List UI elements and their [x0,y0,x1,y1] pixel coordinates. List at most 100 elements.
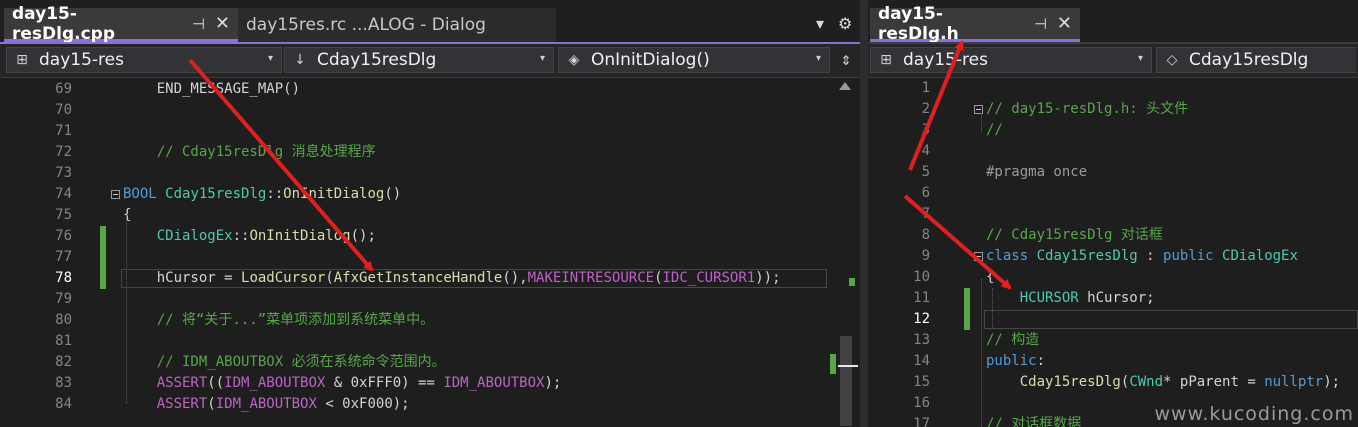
code-line[interactable]: 72 // Cday15resDlg 消息处理程序 [0,142,860,163]
code-text: HCURSOR hCursor; [986,288,1155,309]
code-line[interactable]: 81 [0,331,860,352]
project-dropdown[interactable]: ⊞ day15-res ▾ [6,47,282,73]
line-number: 70 [55,102,72,118]
code-line[interactable]: 1 [868,78,1358,99]
code-token: public [986,353,1037,369]
current-line-highlight [984,310,1358,329]
line-number: 76 [55,228,72,244]
code-line[interactable]: 82 // IDM_ABOUTBOX 必须在系统命令范围内。 [0,352,860,373]
code-line[interactable]: 14 public: [868,351,1358,372]
code-line[interactable]: 6 [868,183,1358,204]
tab-day15-resdlg-h[interactable]: day15-resDlg.h ⊣ ✕ [870,4,1080,44]
line-number: 78 [55,270,72,286]
code-line[interactable]: 74 BOOL Cday15resDlg::OnInitDialog() [0,184,860,205]
code-line[interactable]: 71 [0,121,860,142]
gear-icon[interactable]: ⚙ [838,14,852,33]
code-token: // 对话框数据 [986,416,1082,427]
chevron-down-icon: ▾ [1137,53,1143,64]
code-line[interactable]: 3 // [868,120,1358,141]
line-number: 14 [913,353,930,369]
scroll-position-marker [838,365,858,367]
code-text: END_MESSAGE_MAP() [123,79,300,100]
watermark: www.kucoding.com [1154,403,1354,425]
code-text: // day15-resDlg.h: 头文件 [986,99,1188,120]
code-line[interactable]: 79 [0,289,860,310]
pin-icon[interactable]: ⊣ [1034,15,1047,33]
code-line[interactable]: 2 // day15-resDlg.h: 头文件 [868,99,1358,120]
line-number: 7 [921,206,930,222]
code-line[interactable]: 11 HCURSOR hCursor; [868,288,1358,309]
code-token: { [123,207,132,223]
code-token: BOOL [123,186,166,202]
pin-icon[interactable]: ⊣ [192,15,205,33]
vertical-scrollbar[interactable] [830,78,858,427]
code-token: ASSERT [156,375,208,391]
tab-day15-resdlg-cpp[interactable]: day15-resDlg.cpp ⊣ ✕ [4,4,238,44]
code-editor-left[interactable]: 69 END_MESSAGE_MAP() 70 71 72 // Cday15resD… [0,78,860,427]
code-text: // Cday15resDlg 消息处理程序 [123,142,376,163]
code-token: (); [350,228,376,244]
navigation-bar: ⊞ day15-res ▾ ◇ Cday15resDlg [868,44,1358,78]
code-token: // IDM_ABOUTBOX 必须在系统命令范围内。 [123,354,446,370]
pane-splitter[interactable] [860,0,868,427]
code-line[interactable]: 8 // Cday15resDlg 对话框 [868,225,1358,246]
code-token: CDialogEx [1222,248,1298,264]
code-token: { [986,269,995,285]
code-line[interactable]: 70 [0,100,860,121]
line-number: 84 [55,396,72,412]
code-line[interactable]: 10 { [868,267,1358,288]
indent-guide [126,215,127,404]
code-token: nullptr [1264,374,1324,390]
code-line[interactable]: 9 class Cday15resDlg : public CDialogEx [868,246,1358,267]
class-label: Cday15resDlg [1189,50,1309,70]
changed-lines-marker [964,288,970,330]
line-number: 81 [55,333,72,349]
changed-lines-marker [100,226,106,289]
code-line[interactable]: 83 ASSERT((IDM_ABOUTBOX & 0xFFF0) == IDM… [0,373,860,394]
class-icon: ↓ [294,52,306,68]
fold-toggle-icon [111,190,120,199]
member-dropdown[interactable]: ◈ OnInitDialog() ▾ [558,47,830,73]
line-number: 82 [55,354,72,370]
line-number: 8 [921,227,930,243]
code-line[interactable]: 84 ASSERT(IDM_ABOUTBOX < 0xF000); [0,394,860,415]
project-dropdown[interactable]: ⊞ day15-res ▾ [870,47,1152,73]
code-line[interactable]: 13 // 构造 [868,330,1358,351]
code-line[interactable]: 15 Cday15resDlg(CWnd* pParent = nullptr)… [868,372,1358,393]
code-line[interactable]: 75 { [0,205,860,226]
line-number: 10 [913,269,930,285]
tab-label: day15-resDlg.cpp [12,3,116,44]
tab-list-dropdown-icon[interactable]: ▾ [816,14,824,33]
code-text: Cday15resDlg(CWnd* pParent = nullptr); [986,372,1340,393]
code-line[interactable]: 76 CDialogEx::OnInitDialog(); [0,226,860,247]
split-window-icon[interactable]: ⇕ [832,47,860,73]
class-dropdown[interactable]: ◇ Cday15resDlg [1156,47,1356,73]
code-token: IDM_ABOUTBOX [224,375,326,391]
left-editor-pane: day15-resDlg.cpp ⊣ ✕ day15res.rc ...ALOG… [0,0,860,427]
chevron-down-icon: ▾ [539,53,545,64]
line-number: 1 [921,80,930,96]
chevron-down-icon: ▾ [815,53,821,64]
code-token: hCursor; [1078,290,1155,306]
line-number: 69 [55,81,72,97]
code-line[interactable]: 4 [868,141,1358,162]
code-token: // day15-resDlg.h: 头文件 [986,101,1189,117]
close-icon[interactable]: ✕ [215,13,230,34]
code-token: // Cday15resDlg 对话框 [986,227,1163,243]
close-icon[interactable]: ✕ [1057,13,1072,34]
tab-day15res-rc-dialog[interactable]: day15res.rc ...ALOG - Dialog [238,8,556,42]
code-line[interactable]: 7 [868,204,1358,225]
code-editor-right[interactable]: 1 2// day15-resDlg.h: 头文件 3//4 5 #pragma onc… [868,78,1358,427]
scroll-up-icon[interactable] [839,82,851,90]
code-line[interactable]: 69 END_MESSAGE_MAP() [0,79,860,100]
code-token: OnInitDialog [283,186,385,202]
code-line[interactable]: 73 [0,163,860,184]
code-line[interactable]: 80 // 将“关于...”菜单项添加到系统菜单中。 [0,310,860,331]
code-line[interactable]: 5 #pragma once [868,162,1358,183]
code-line[interactable]: 77 [0,247,860,268]
scroll-thumb[interactable] [840,336,852,426]
line-number: 15 [913,374,930,390]
class-dropdown[interactable]: ↓ Cday15resDlg ▾ [284,47,554,73]
